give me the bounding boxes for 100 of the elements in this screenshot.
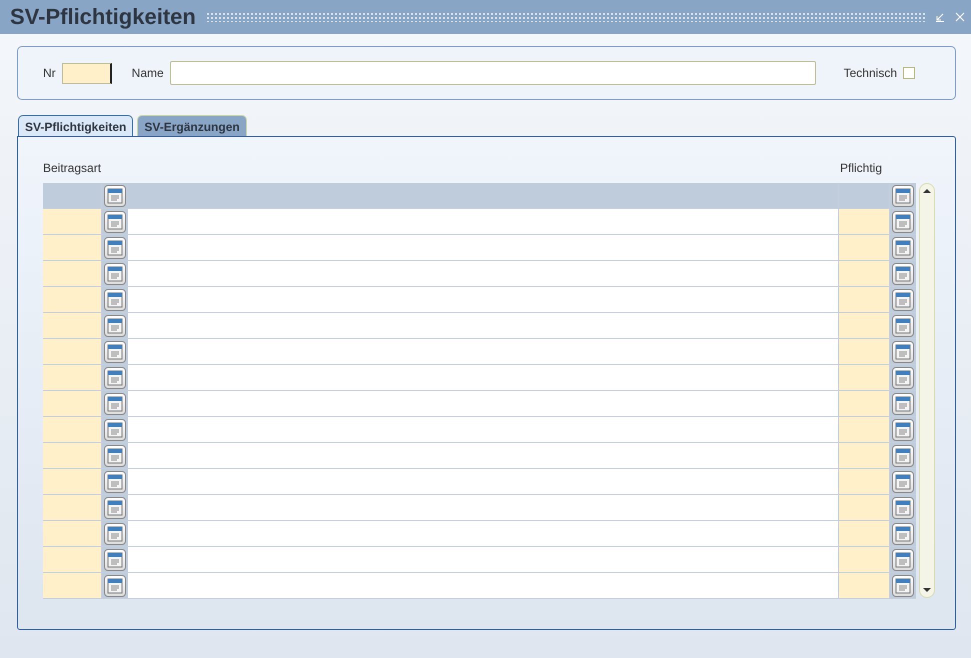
list-button[interactable] <box>892 314 914 336</box>
list-button[interactable] <box>104 392 126 414</box>
list-button[interactable] <box>892 262 914 284</box>
list-button[interactable] <box>892 574 914 596</box>
close-icon[interactable] <box>955 12 965 22</box>
list-button[interactable] <box>892 184 914 206</box>
list-icon <box>895 266 911 282</box>
pflichtig-cell[interactable] <box>839 521 890 546</box>
list-icon <box>895 240 911 256</box>
list-icon <box>107 370 123 386</box>
list-icon <box>107 188 123 204</box>
list-button[interactable] <box>892 340 914 362</box>
list-icon <box>107 396 123 412</box>
list-button[interactable] <box>892 288 914 310</box>
pflichtig-cell[interactable] <box>839 365 890 390</box>
list-icon <box>895 526 911 542</box>
list-button[interactable] <box>104 366 126 388</box>
pflichtig-cell[interactable] <box>839 261 890 286</box>
beitragsart-cell[interactable] <box>43 209 102 234</box>
beitragsart-cell[interactable] <box>43 547 102 572</box>
list-button[interactable] <box>892 366 914 388</box>
beitragsart-cell[interactable] <box>43 261 102 286</box>
list-button[interactable] <box>892 236 914 258</box>
pflichtig-cell[interactable] <box>839 209 890 234</box>
list-icon <box>895 552 911 568</box>
list-button[interactable] <box>104 470 126 492</box>
list-icon <box>107 552 123 568</box>
list-button[interactable] <box>892 418 914 440</box>
beitragsart-cell[interactable] <box>43 391 102 416</box>
beitragsart-cell[interactable] <box>43 469 102 494</box>
list-icon <box>895 344 911 360</box>
list-icon <box>107 318 123 334</box>
list-button[interactable] <box>104 548 126 570</box>
list-icon <box>895 474 911 490</box>
list-button[interactable] <box>104 496 126 518</box>
beitragsart-cell[interactable] <box>43 287 102 312</box>
beitragsart-cell[interactable] <box>43 495 102 520</box>
pflichtig-cell[interactable] <box>839 443 890 468</box>
tab[interactable]: SV-Pflichtigkeiten <box>18 115 134 137</box>
list-button[interactable] <box>892 392 914 414</box>
nr-field[interactable] <box>62 62 112 84</box>
pflichtig-cell[interactable] <box>839 547 890 572</box>
name-field[interactable] <box>170 61 816 85</box>
pflichtig-cell[interactable] <box>839 313 890 338</box>
beitragsart-cell[interactable] <box>43 339 102 364</box>
technisch-label: Technisch <box>844 66 897 80</box>
scroll-down-icon[interactable] <box>923 587 931 593</box>
beitragsart-cell[interactable] <box>43 235 102 260</box>
list-icon <box>895 188 911 204</box>
list-icon <box>107 474 123 490</box>
scrollbar[interactable] <box>919 183 935 598</box>
list-icon <box>107 578 123 594</box>
beitragsart-cell[interactable] <box>43 521 102 546</box>
list-icon <box>895 370 911 386</box>
list-button[interactable] <box>104 236 126 258</box>
list-button[interactable] <box>892 470 914 492</box>
list-button[interactable] <box>104 340 126 362</box>
list-icon <box>895 500 911 516</box>
list-button[interactable] <box>104 522 126 544</box>
list-icon <box>107 448 123 464</box>
beitragsart-cell[interactable] <box>43 365 102 390</box>
beitragsart-cell[interactable] <box>43 313 102 338</box>
list-icon <box>895 318 911 334</box>
beitragsart-cell[interactable] <box>43 443 102 468</box>
list-button[interactable] <box>892 444 914 466</box>
list-button[interactable] <box>104 444 126 466</box>
list-icon <box>895 448 911 464</box>
tab[interactable]: SV-Ergänzungen <box>137 115 247 137</box>
list-button[interactable] <box>104 210 126 232</box>
list-button[interactable] <box>104 288 126 310</box>
name-label: Name <box>132 66 164 80</box>
pflichtig-cell[interactable] <box>839 495 890 520</box>
list-icon <box>895 578 911 594</box>
list-icon <box>107 526 123 542</box>
pflichtig-cell[interactable] <box>839 235 890 260</box>
list-button[interactable] <box>104 418 126 440</box>
pflichtig-cell[interactable] <box>839 391 890 416</box>
nr-label: Nr <box>43 66 56 80</box>
pflichtig-cell[interactable] <box>839 417 890 442</box>
list-button[interactable] <box>104 314 126 336</box>
technisch-checkbox[interactable] <box>903 67 915 79</box>
pflichtig-cell[interactable] <box>839 287 890 312</box>
scroll-up-icon[interactable] <box>923 188 931 194</box>
beitragsart-cell[interactable] <box>43 573 102 598</box>
column-header: Beitragsart <box>43 161 102 175</box>
minimize-icon[interactable] <box>935 12 945 22</box>
list-button[interactable] <box>104 574 126 596</box>
list-button[interactable] <box>892 210 914 232</box>
list-icon <box>895 292 911 308</box>
list-button[interactable] <box>892 496 914 518</box>
list-icon <box>895 396 911 412</box>
list-button[interactable] <box>892 522 914 544</box>
pflichtig-cell[interactable] <box>839 469 890 494</box>
beitragsart-cell[interactable] <box>43 417 102 442</box>
pflichtig-cell[interactable] <box>839 339 890 364</box>
list-button[interactable] <box>104 262 126 284</box>
window-title: SV-Pflichtigkeiten <box>10 4 196 30</box>
pflichtig-cell[interactable] <box>839 573 890 598</box>
list-button[interactable] <box>892 548 914 570</box>
list-button[interactable] <box>104 184 126 206</box>
